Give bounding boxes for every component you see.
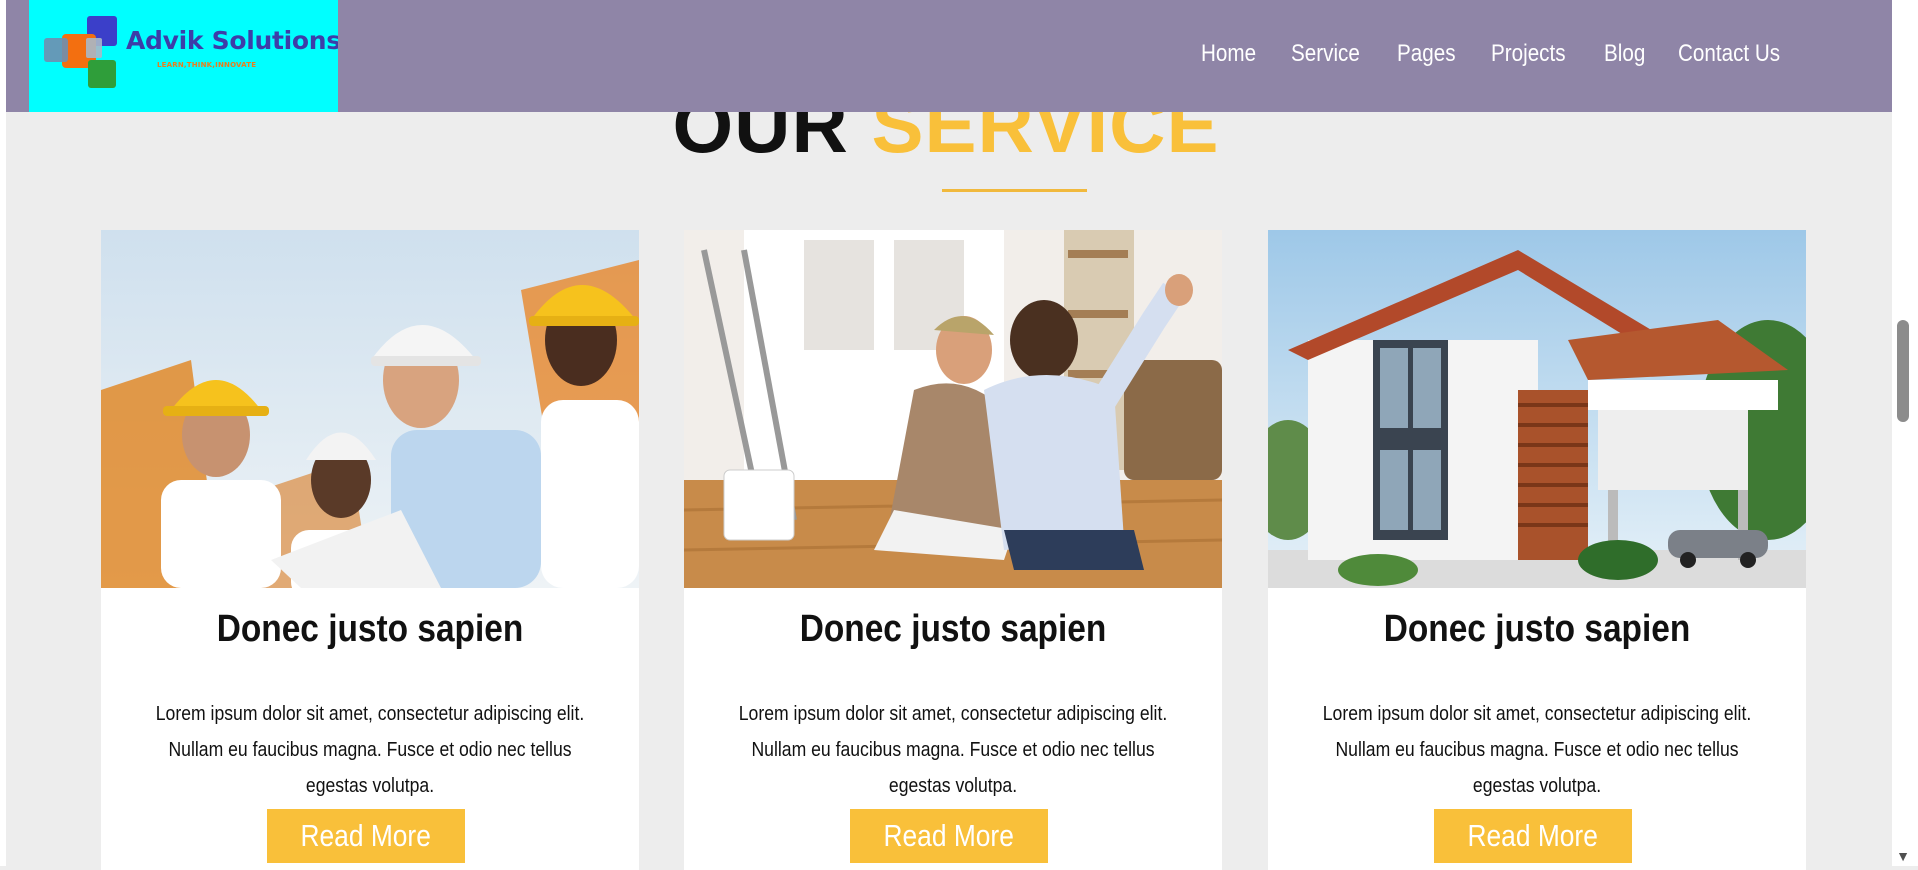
- nav-home[interactable]: Home: [1201, 40, 1256, 68]
- logo-tagline: LEARN,THINK,INNOVATE: [157, 61, 257, 69]
- card-text: Lorem ipsum dolor sit amet, consectetur …: [155, 703, 585, 797]
- service-card: Donec justo sapien Lorem ipsum dolor sit…: [101, 230, 639, 870]
- read-more-button[interactable]: Read More: [1434, 809, 1632, 863]
- read-more-button[interactable]: Read More: [850, 809, 1048, 863]
- nav-contact-us[interactable]: Contact Us: [1678, 40, 1780, 68]
- read-more-label: Read More: [883, 818, 1015, 853]
- card-text: Lorem ipsum dolor sit amet, consectetur …: [1322, 703, 1752, 797]
- read-more-label: Read More: [1467, 818, 1599, 853]
- nav-blog[interactable]: Blog: [1604, 40, 1645, 68]
- read-more-button[interactable]: Read More: [267, 809, 465, 863]
- modern-house-photo: [1268, 230, 1806, 588]
- service-card: Donec justo sapien Lorem ipsum dolor sit…: [684, 230, 1222, 870]
- card-title: Donec justo sapien: [799, 608, 1107, 650]
- service-card: Donec justo sapien Lorem ipsum dolor sit…: [1268, 230, 1806, 870]
- couple-in-room-photo: [684, 230, 1222, 588]
- main-nav: Home Service Pages Projects Blog Contact…: [1201, 40, 1787, 68]
- title-underline: [942, 189, 1087, 192]
- logo-squares-icon: [44, 16, 117, 88]
- card-text: Lorem ipsum dolor sit amet, consectetur …: [738, 703, 1168, 797]
- scrollbar-thumb[interactable]: [1897, 320, 1909, 422]
- site-header: Advik Solutions LEARN,THINK,INNOVATE Hom…: [6, 0, 1892, 112]
- construction-workers-photo: [101, 230, 639, 588]
- card-title: Donec justo sapien: [216, 608, 524, 650]
- logo-name: Advik Solutions: [126, 26, 338, 55]
- scrollbar-track[interactable]: [1892, 0, 1918, 866]
- logo[interactable]: Advik Solutions LEARN,THINK,INNOVATE: [29, 0, 338, 112]
- nav-projects[interactable]: Projects: [1491, 40, 1566, 68]
- nav-pages[interactable]: Pages: [1397, 40, 1456, 68]
- read-more-label: Read More: [300, 818, 432, 853]
- card-title: Donec justo sapien: [1383, 608, 1691, 650]
- scroll-down-arrow-icon[interactable]: ▼: [1893, 846, 1913, 866]
- nav-service[interactable]: Service: [1291, 40, 1360, 68]
